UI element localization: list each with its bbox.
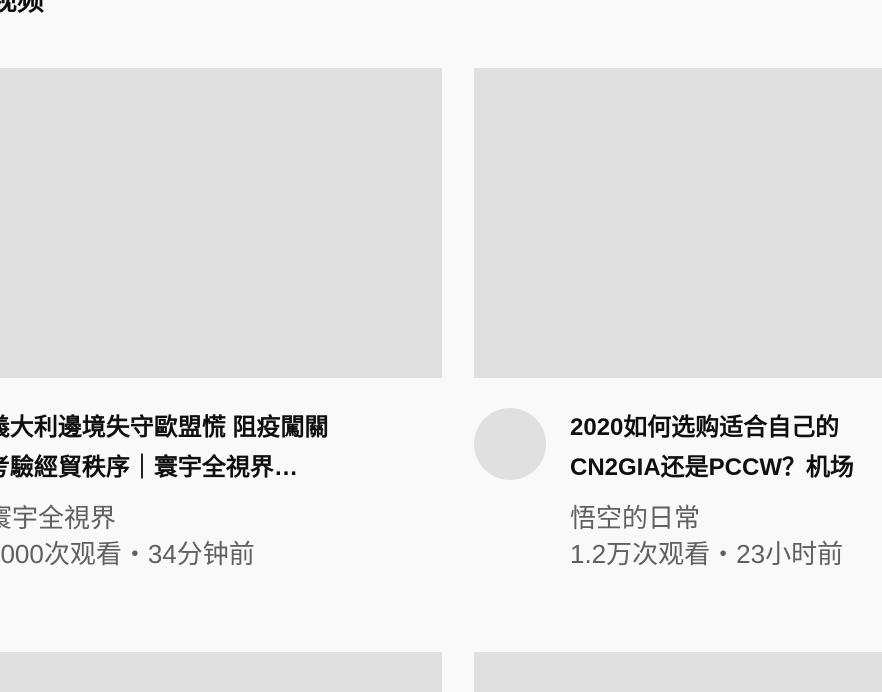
video-thumbnail[interactable]	[0, 652, 442, 692]
video-thumbnail[interactable]	[474, 652, 882, 692]
video-meta: 1.2万次观看・23小时前	[570, 539, 844, 569]
video-thumbnail[interactable]	[474, 68, 882, 378]
section-title: 视频	[0, 0, 44, 16]
channel-name[interactable]: 悟空的日常	[570, 500, 700, 536]
video-title-line2: CN2GIA还是PCCW？机场	[570, 454, 855, 481]
video-title[interactable]: 2020如何选购适合自己的 CN2GIA还是PCCW？机场	[570, 408, 882, 488]
channel-name[interactable]: 寰宇全視界	[0, 500, 116, 536]
video-title[interactable]: 義大利邊境失守歐盟慌 阻疫闖關 考驗經貿秩序｜寰宇全視界…	[0, 408, 426, 488]
video-thumbnail[interactable]	[0, 68, 442, 378]
video-meta: 1000次观看・34分钟前	[0, 539, 255, 569]
video-title-line1: 2020如何选购适合自己的	[570, 414, 840, 441]
video-title-line2: 考驗經貿秩序｜寰宇全視界…	[0, 454, 298, 481]
channel-avatar[interactable]	[474, 408, 546, 480]
video-title-line1: 義大利邊境失守歐盟慌 阻疫闖關	[0, 414, 329, 441]
